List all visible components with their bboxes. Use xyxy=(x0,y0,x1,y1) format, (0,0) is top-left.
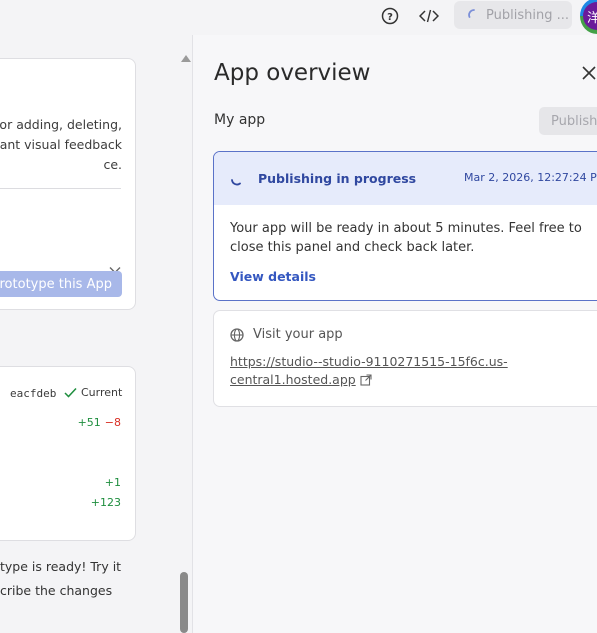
check-icon xyxy=(64,387,77,398)
app-url-link[interactable]: https://studio--studio-9110271515-15f6c.… xyxy=(230,353,530,389)
visit-app-card: Visit your app https://studio--studio-91… xyxy=(213,310,597,407)
lines-removed: −8 xyxy=(104,416,121,429)
external-link-icon xyxy=(360,374,372,386)
divider xyxy=(0,188,121,189)
publishing-status-button[interactable]: Publishing ... xyxy=(454,1,572,29)
app-overview-panel: App overview My app Publish Publishing i… xyxy=(192,35,597,633)
diff-stat: +1 xyxy=(105,476,121,489)
globe-icon xyxy=(230,327,244,342)
status-timestamp: Mar 2, 2026, 12:27:24 PM xyxy=(464,171,597,184)
spinner-icon xyxy=(468,9,475,18)
app-name: My app xyxy=(214,112,266,128)
status-header: Publishing in progress Mar 2, 2026, 12:2… xyxy=(214,152,597,205)
close-icon[interactable] xyxy=(581,65,597,85)
commit-card: eacfdeb Current +51 −8 +1 +123 xyxy=(0,366,136,541)
panel-title: App overview xyxy=(214,60,371,86)
view-details-link[interactable]: View details xyxy=(230,269,316,284)
avatar[interactable]: 洋 xyxy=(580,0,597,34)
avatar-initial: 洋 xyxy=(583,2,597,30)
top-bar: ? Publishing ... 洋 xyxy=(0,0,597,34)
visit-header: Visit your app xyxy=(230,327,343,342)
lines-added: +1 xyxy=(104,476,121,489)
publish-status-card: Publishing in progress Mar 2, 2026, 12:2… xyxy=(213,151,597,301)
diff-stat: +51 −8 xyxy=(78,416,121,429)
visit-label: Visit your app xyxy=(253,327,343,342)
spinner-icon xyxy=(231,179,241,186)
blueprint-description: for adding, deleting, stant visual feedb… xyxy=(0,117,122,172)
current-label: Current xyxy=(81,386,123,399)
diff-stat: +123 xyxy=(91,496,121,509)
publishing-label: Publishing ... xyxy=(486,7,569,23)
commit-hash: eacfdeb xyxy=(10,387,57,400)
code-icon[interactable] xyxy=(418,5,440,27)
current-badge: Current xyxy=(64,386,122,399)
svg-text:?: ? xyxy=(387,12,393,23)
scrollbar-thumb[interactable] xyxy=(180,572,188,633)
chat-pane: for adding, deleting, stant visual feedb… xyxy=(0,35,178,633)
scroll-up-arrow-icon[interactable] xyxy=(181,55,191,62)
status-message: Your app will be ready in about 5 minute… xyxy=(230,221,582,255)
scrollbar[interactable] xyxy=(178,35,192,633)
publish-button[interactable]: Publish xyxy=(539,107,597,135)
lines-added: +51 xyxy=(77,416,101,429)
status-title: Publishing in progress xyxy=(258,171,417,186)
prototype-app-button[interactable]: Prototype this App xyxy=(0,271,122,297)
help-icon[interactable]: ? xyxy=(379,5,401,27)
assistant-message: type is ready! Try it cribe the changes xyxy=(0,559,122,598)
lines-added: +123 xyxy=(90,496,121,509)
